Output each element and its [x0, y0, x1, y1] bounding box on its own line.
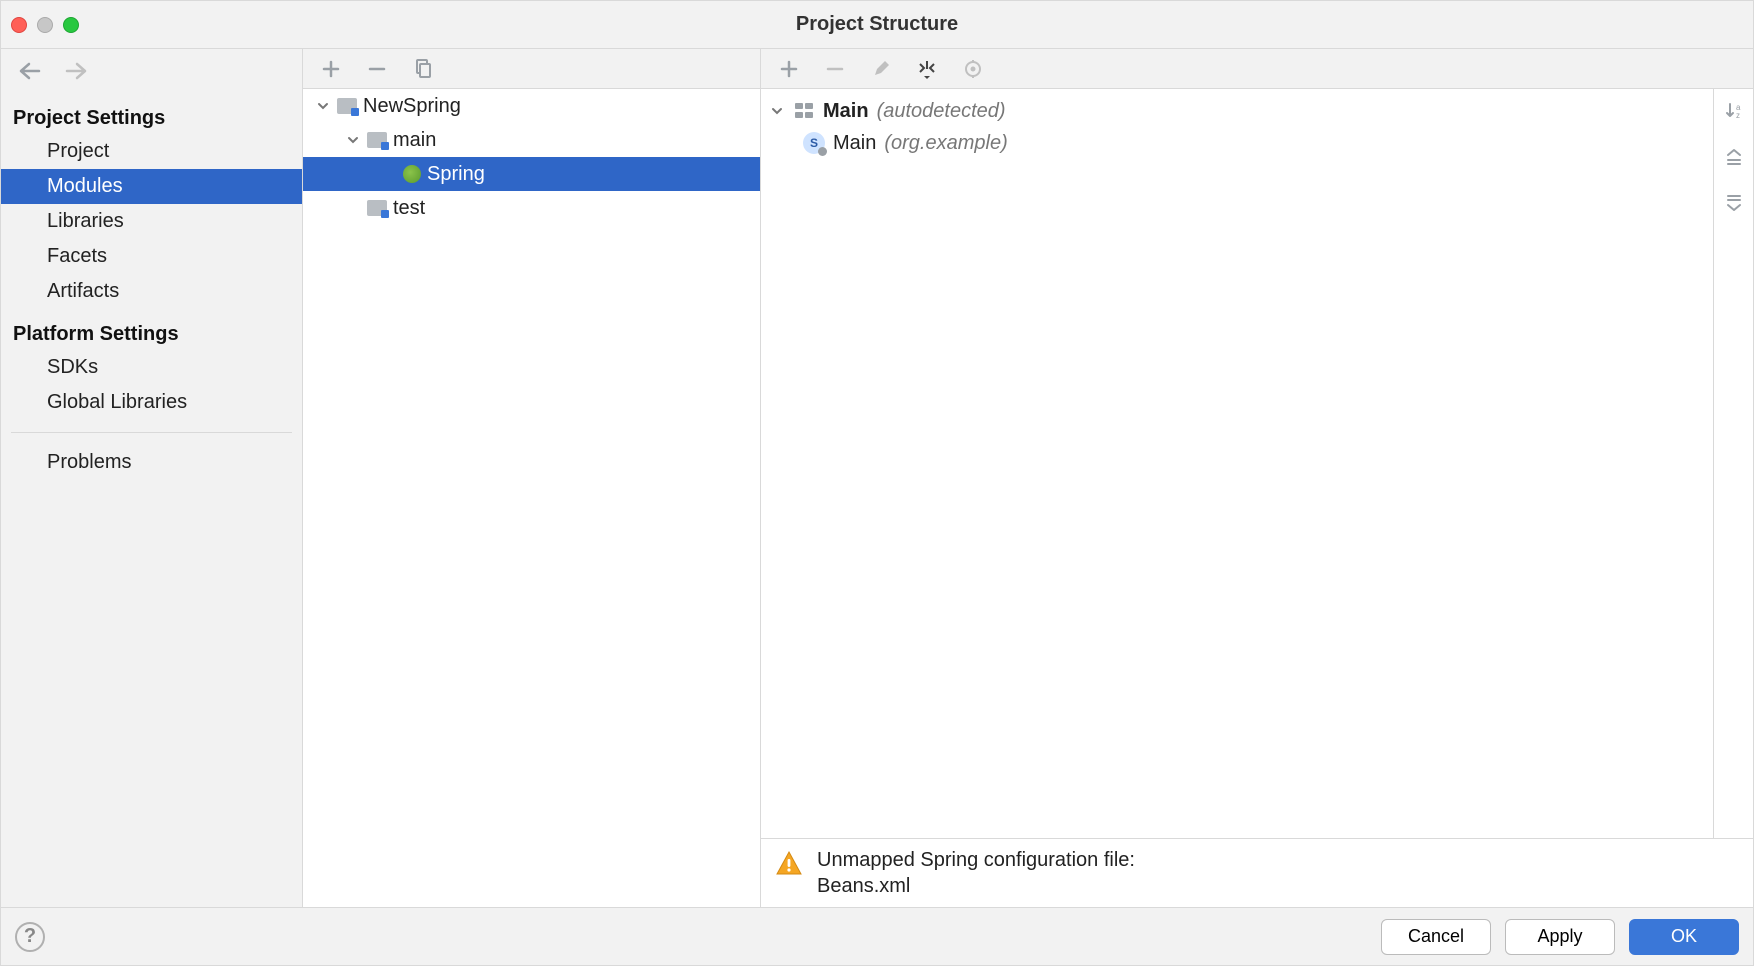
spring-icon [403, 165, 421, 183]
edit-context-button [867, 55, 895, 83]
warning-text-line1: Unmapped Spring configuration file: [817, 847, 1135, 873]
help-button[interactable]: ? [15, 922, 45, 952]
sidebar-divider [11, 432, 292, 433]
right-side-toolbar: az [1713, 89, 1753, 838]
titlebar: Project Structure [1, 1, 1753, 49]
sidebar-item-modules[interactable]: Modules [1, 169, 302, 204]
svg-text:z: z [1736, 111, 1740, 120]
tree-node-spring[interactable]: Spring [303, 157, 760, 191]
warning-strip: Unmapped Spring configuration file: Bean… [761, 838, 1753, 907]
tree-node-test[interactable]: test [303, 191, 760, 225]
nav-back-button[interactable] [15, 57, 43, 85]
tree-node-newspring[interactable]: NewSpring [303, 89, 760, 123]
context-group-row[interactable]: Main (autodetected) [769, 95, 1705, 127]
tree-node-main[interactable]: main [303, 123, 760, 157]
context-item-icon: S [803, 132, 825, 154]
module-folder-icon [367, 132, 387, 148]
context-group-suffix: (autodetected) [877, 100, 1006, 123]
module-folder-icon [367, 200, 387, 216]
collapse-all-button[interactable] [1720, 189, 1748, 217]
facet-detail-panel: Main (autodetected) S Main (org.example)… [761, 49, 1753, 907]
tree-label: NewSpring [363, 95, 461, 118]
configure-button[interactable] [913, 55, 941, 83]
window-title: Project Structure [1, 13, 1753, 36]
warning-icon [775, 849, 803, 877]
chevron-down-icon [345, 134, 361, 146]
apply-button[interactable]: Apply [1505, 919, 1615, 955]
window-minimize-button[interactable] [37, 17, 53, 33]
warning-text-line2: Beans.xml [817, 873, 1135, 899]
modules-panel: NewSpring main Spring test [303, 49, 761, 907]
facet-toolbar [761, 49, 1753, 89]
sidebar-item-global-libraries[interactable]: Global Libraries [1, 385, 302, 420]
chevron-down-icon [315, 100, 331, 112]
copy-module-button[interactable] [409, 55, 437, 83]
sort-button[interactable]: az [1720, 97, 1748, 125]
context-item-name: Main [833, 132, 876, 155]
context-item-row[interactable]: S Main (org.example) [769, 127, 1705, 159]
tree-label: Spring [427, 163, 485, 186]
sidebar-item-problems[interactable]: Problems [1, 445, 302, 480]
tree-label: main [393, 129, 436, 152]
modules-toolbar [303, 49, 760, 89]
sidebar-item-libraries[interactable]: Libraries [1, 204, 302, 239]
settings-sidebar: Project Settings Project Modules Librari… [1, 49, 303, 907]
ok-button[interactable]: OK [1629, 919, 1739, 955]
context-item-suffix: (org.example) [884, 132, 1007, 155]
modules-tree[interactable]: NewSpring main Spring test [303, 89, 760, 907]
expand-all-button[interactable] [1720, 143, 1748, 171]
sidebar-item-project[interactable]: Project [1, 134, 302, 169]
module-folder-icon [337, 98, 357, 114]
window-close-button[interactable] [11, 17, 27, 33]
add-context-button[interactable] [775, 55, 803, 83]
remove-context-button [821, 55, 849, 83]
section-platform-settings: Platform Settings [1, 309, 302, 350]
sidebar-item-facets[interactable]: Facets [1, 239, 302, 274]
section-project-settings: Project Settings [1, 93, 302, 134]
sidebar-item-sdks[interactable]: SDKs [1, 350, 302, 385]
tree-label: test [393, 197, 425, 220]
add-module-button[interactable] [317, 55, 345, 83]
dialog-footer: ? Cancel Apply OK [1, 907, 1753, 965]
nav-forward-button [63, 57, 91, 85]
remove-module-button[interactable] [363, 55, 391, 83]
scan-button [959, 55, 987, 83]
window-maximize-button[interactable] [63, 17, 79, 33]
context-group-icon [793, 100, 815, 122]
context-group-name: Main [823, 100, 869, 123]
sidebar-item-artifacts[interactable]: Artifacts [1, 274, 302, 309]
chevron-down-icon [769, 105, 785, 117]
cancel-button[interactable]: Cancel [1381, 919, 1491, 955]
context-tree[interactable]: Main (autodetected) S Main (org.example) [761, 89, 1713, 838]
